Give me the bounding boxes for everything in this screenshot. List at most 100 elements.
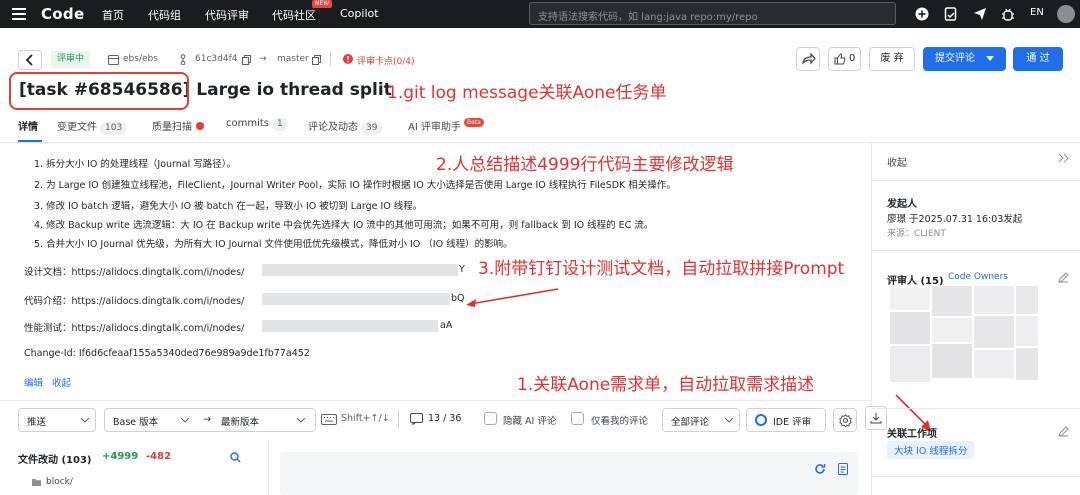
nav-code-review[interactable]: 代码评审 (205, 7, 249, 23)
tab-count: 39 (361, 122, 383, 135)
hide-ai-label: 隐藏 AI 评论 (503, 416, 557, 427)
edit-link[interactable]: 编辑 (24, 375, 43, 389)
gear-icon (839, 414, 852, 427)
search-icon[interactable] (230, 452, 241, 463)
status-tag: 评审中 (51, 51, 91, 68)
language-switch[interactable]: EN (1030, 7, 1044, 18)
tab-commits[interactable]: commits 1 (226, 118, 288, 131)
desc-item-5: 5. 合并大小 IO Journal 优先级，为所有大 IO Journal 文… (34, 239, 513, 250)
commit-hash[interactable]: 61c3d4f4 (195, 54, 237, 64)
tab-quality-scan[interactable]: 质量扫描 (152, 118, 204, 133)
only-mine-checkbox[interactable] (571, 412, 584, 425)
shortcut-hint: Shift+↑/↓ (341, 413, 390, 424)
code-doc-link[interactable]: 代码介绍：https://alidocs.dingtalk.com/i/node… (24, 293, 244, 307)
version-select[interactable]: Base 版本 → 最新版本 (104, 408, 316, 432)
annotation-box (9, 72, 189, 110)
repo-name[interactable]: ebs/ebs (123, 54, 158, 64)
only-mine-label: 仅看我的评论 (591, 416, 649, 427)
push-select-label: 推送 (27, 417, 47, 428)
new-badge: NEW (312, 0, 333, 8)
settings-button[interactable] (833, 408, 857, 432)
tab-label: 变更文件 (57, 122, 97, 133)
share-button[interactable] (796, 47, 820, 71)
file-review-icon[interactable] (838, 463, 849, 475)
redacted-block (262, 320, 438, 332)
tab-changed-files[interactable]: 变更文件 103 (57, 118, 128, 135)
code-owners-link[interactable]: Code Owners (948, 272, 1008, 282)
branch-arrow: → (259, 54, 267, 64)
checkpoint-status[interactable]: 评审卡点(0/4) (357, 54, 415, 67)
chevron-down-icon (181, 418, 189, 423)
approve-button[interactable]: 通 过 (1013, 47, 1063, 71)
chevron-down-icon (725, 418, 733, 423)
base-version: Base 版本 (113, 417, 159, 428)
refresh-icon[interactable] (814, 463, 826, 475)
share-icon (802, 52, 816, 65)
annotation-3: 3.附带钉钉设计测试文档，自动拉取拼接Prompt (478, 259, 845, 279)
comment-progress[interactable]: 13 / 36 (428, 413, 461, 424)
annotation-2: 2.人总结描述4999行代码主要修改逻辑 (436, 155, 734, 175)
hamburger-icon[interactable] (12, 8, 26, 20)
divider (398, 410, 399, 428)
right-panel-divider (871, 142, 872, 495)
nav-code-community[interactable]: 代码社区 (272, 7, 316, 23)
submit-review-button[interactable]: 提交评论 (923, 47, 1006, 71)
tree-folder[interactable]: block/ (46, 477, 73, 487)
panel-collapse-label[interactable]: 收起 (887, 154, 907, 169)
user-avatar[interactable] (1057, 5, 1075, 23)
nav-copilot[interactable]: Copilot (340, 7, 379, 20)
copy-icon[interactable] (242, 55, 251, 65)
tab-details[interactable]: 详情 (18, 118, 38, 133)
edit-reviewers-icon[interactable] (1058, 272, 1069, 283)
perf-doc-tail: aA (440, 320, 453, 331)
annotation-arrow (466, 288, 559, 307)
comment-filter-label: 全部评论 (671, 417, 710, 428)
nav-code-groups[interactable]: 代码组 (148, 7, 181, 23)
code-doc-tail: bQ (451, 293, 465, 304)
initiator-info: 廖璟 于2025.07.31 16:03发起 (887, 214, 1023, 225)
ide-review-label: IDE 评审 (773, 417, 812, 428)
chevron-down-icon (81, 418, 89, 423)
target-branch[interactable]: master (277, 54, 309, 64)
abandon-button[interactable]: 废 弃 (869, 47, 915, 71)
lines-added: +4999 (102, 451, 139, 462)
download-button[interactable] (865, 406, 887, 430)
back-button[interactable] (18, 50, 42, 70)
edit-work-items-icon[interactable] (1058, 426, 1069, 437)
download-icon (870, 413, 882, 424)
panel-divider (872, 476, 1080, 477)
copy-branch-icon[interactable] (312, 55, 321, 65)
tab-count: 1 (272, 118, 288, 131)
review-icon[interactable] (944, 7, 958, 21)
send-icon[interactable] (973, 7, 987, 21)
beta-badge: Beta (463, 118, 484, 127)
search-input[interactable]: 支持语法搜索代码，如 lang:java repo:my/repo (529, 2, 896, 25)
plus-icon[interactable] (915, 7, 929, 21)
tab-comments[interactable]: 评论及动态 39 (308, 118, 383, 135)
warning-icon (343, 54, 353, 64)
thumbs-up-icon (834, 53, 846, 65)
like-count: 0 (849, 53, 856, 64)
like-button[interactable]: 0 (828, 47, 861, 71)
comment-filter-select[interactable]: 全部评论 (662, 408, 740, 432)
app-logo[interactable]: Code (41, 5, 84, 23)
nav-home[interactable]: 首页 (102, 7, 124, 23)
change-id: Change-Id: If6d6cfeaaf155a5340ded76e989a… (24, 348, 310, 359)
submit-review-label: 提交评论 (935, 53, 975, 64)
initiator-label: 发起人 (887, 199, 917, 210)
tab-ai-assistant[interactable]: AI 评审助手 Beta (408, 118, 484, 133)
tab-label: 质量扫描 (152, 122, 192, 133)
reviewers-label: 评审人 (15) (887, 276, 944, 287)
ide-review-button[interactable]: IDE 评审 (746, 408, 826, 432)
work-item-tag[interactable]: 大块 IO 线程拆分 (887, 441, 975, 459)
collapse-link[interactable]: 收起 (52, 375, 71, 389)
tree-divider (268, 440, 269, 495)
double-chevron-right-icon[interactable] (1058, 153, 1070, 163)
push-select[interactable]: 推送 (18, 408, 96, 432)
folder-icon (32, 479, 41, 486)
panel-divider (872, 250, 1080, 251)
perf-doc-link[interactable]: 性能测试：https://alidocs.dingtalk.com/i/node… (24, 320, 244, 334)
bug-icon[interactable] (1001, 7, 1015, 21)
hide-ai-checkbox[interactable] (484, 412, 497, 425)
design-doc-link[interactable]: 设计文档：https://alidocs.dingtalk.com/i/node… (24, 264, 244, 278)
